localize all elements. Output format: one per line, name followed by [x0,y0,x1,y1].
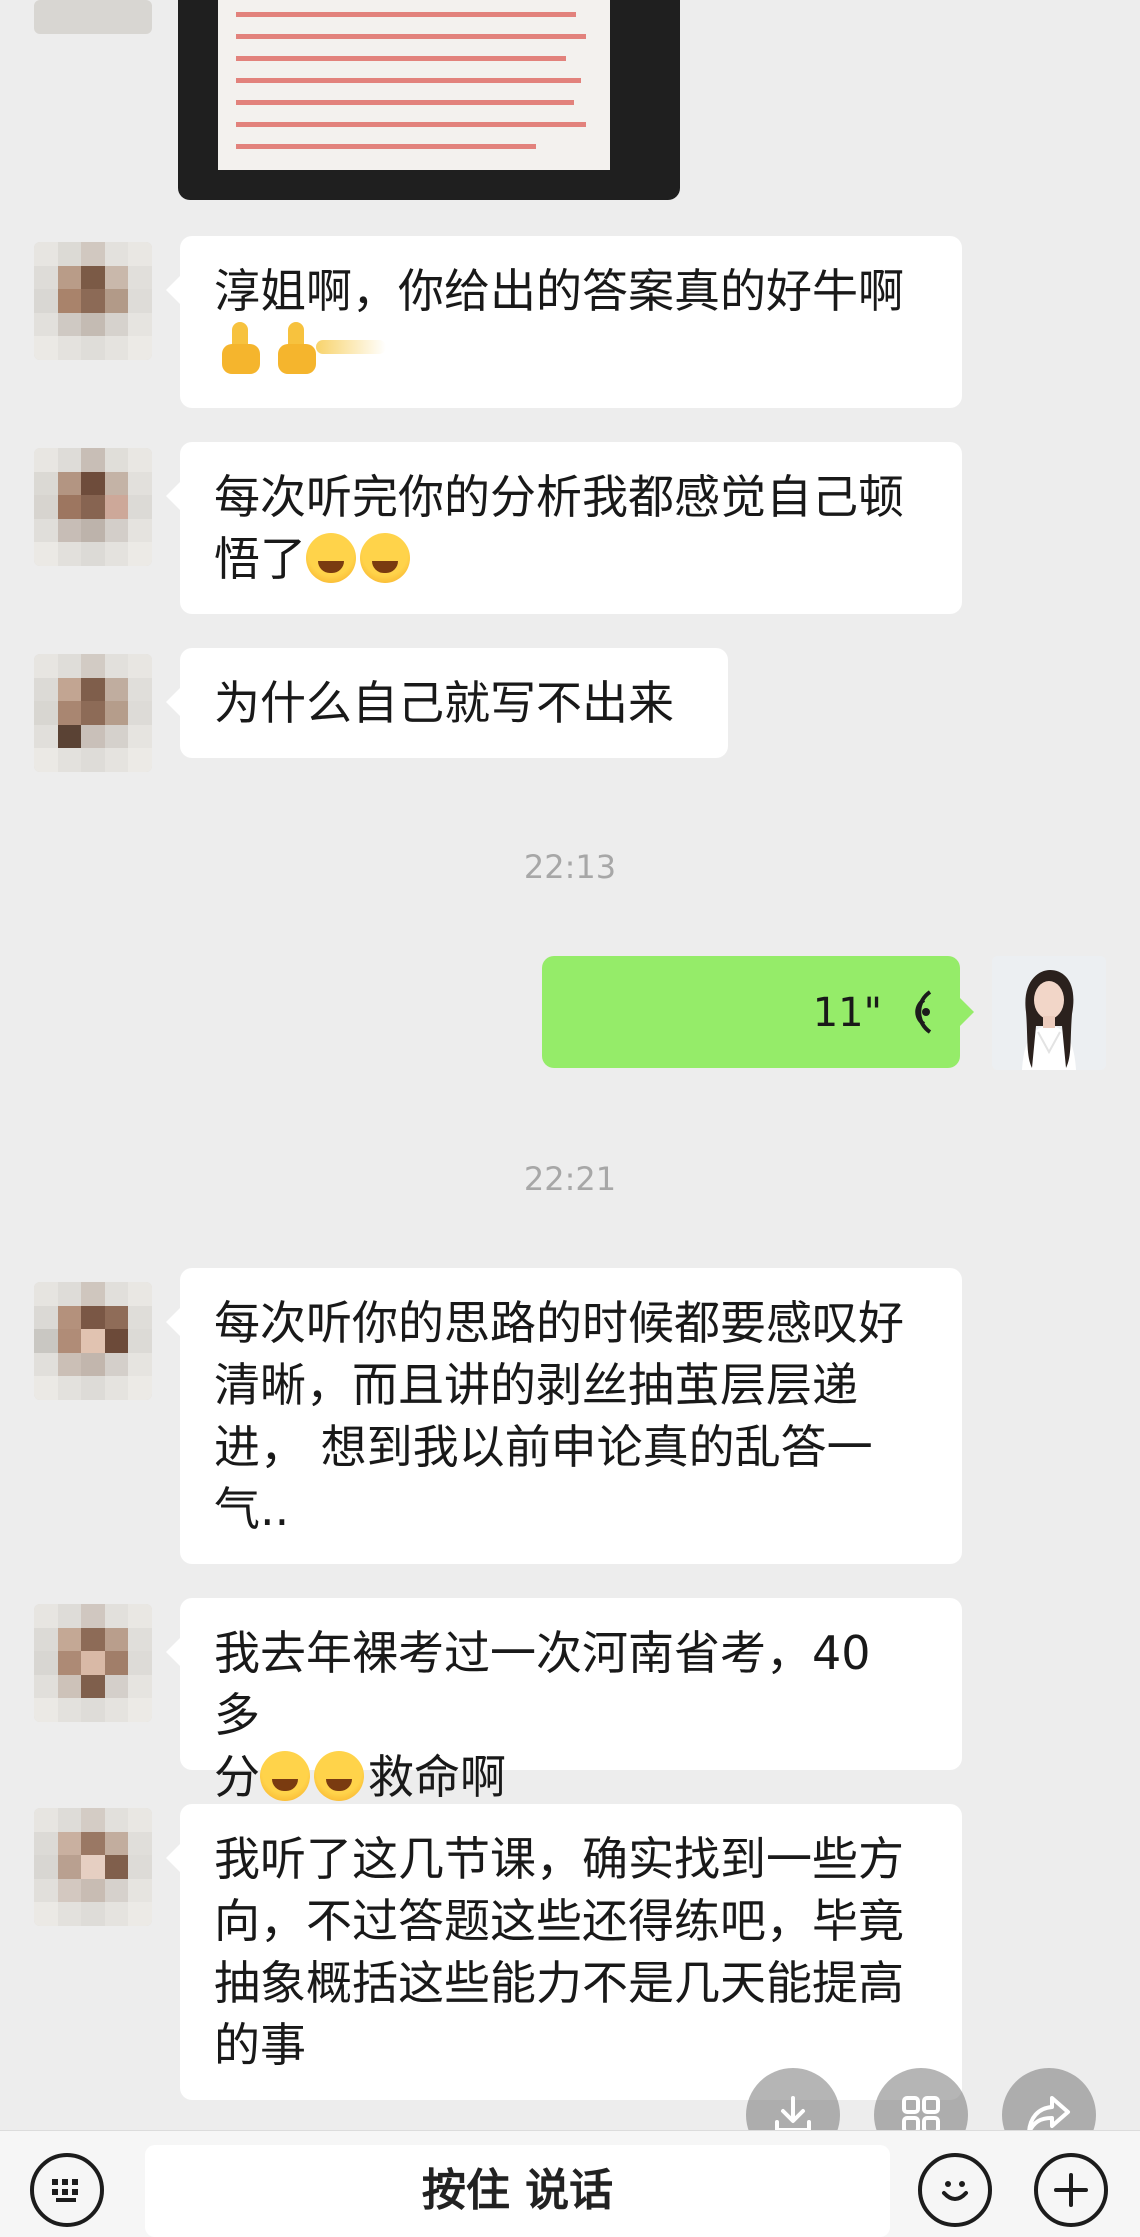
message-bubble[interactable]: 每次听你的思路的时候都要感叹好 清晰，而且讲的剥丝抽茧层层递 进， 想到我以前申… [166,1268,962,1564]
timestamp: 22:13 [523,848,617,886]
voice-message-bubble[interactable]: 11" [542,956,974,1068]
plus-button[interactable] [1034,2153,1108,2227]
avatar[interactable] [34,1282,152,1400]
emoji-button[interactable] [918,2153,992,2227]
avatar[interactable] [34,0,152,34]
hold-to-talk-button[interactable]: 按住 说话 [145,2145,890,2237]
keyboard-icon [52,2179,78,2202]
message-text: 为什么自己就写不出来 [214,676,674,730]
thumbs-up-icon [214,322,264,376]
input-bar: 按住 说话 [0,2130,1140,2237]
laughing-emoji-icon [306,533,356,583]
timestamp: 22:21 [523,1160,617,1198]
voice-wave-icon [915,990,932,1034]
message-text: 每次听你的思路的时候都要感叹好 清晰，而且讲的剥丝抽茧层层递 进， 想到我以前申… [214,1296,904,1536]
thumbs-up-icon [270,322,320,376]
message-text: 救命啊 [368,1750,506,1804]
laughing-emoji-icon [360,533,410,583]
emoji-row [214,322,928,385]
avatar[interactable] [34,654,152,772]
message-bubble[interactable]: 淳姐啊，你给出的答案真的好牛啊 [166,236,962,408]
keyboard-button[interactable] [30,2153,104,2227]
message-text: 淳姐啊，你给出的答案真的好牛啊 [214,264,904,318]
avatar[interactable] [34,242,152,360]
my-avatar[interactable] [992,956,1106,1070]
message-bubble[interactable]: 每次听完你的分析我都感觉自己顿 悟了 [166,442,962,614]
message-bubble[interactable]: 我去年裸考过一次河南省考，40 多 分救命啊 [166,1598,962,1804]
crying-emoji-icon [260,1751,310,1801]
avatar[interactable] [34,1604,152,1722]
message-text: 我听了这几节课，确实找到一些方 向，不过答题这些还得练吧，毕竟 抽象概括这些能力… [214,1832,904,2072]
plus-icon [1054,2173,1088,2207]
avatar[interactable] [34,1808,152,1926]
message-bubble[interactable]: 为什么自己就写不出来 [166,648,728,758]
image-message[interactable] [178,0,680,200]
crying-emoji-icon [314,1751,364,1801]
voice-duration: 11" [812,990,882,1036]
portrait-image [992,956,1106,1070]
message-bubble[interactable]: 我听了这几节课，确实找到一些方 向，不过答题这些还得练吧，毕竟 抽象概括这些能力… [166,1804,962,2100]
avatar[interactable] [34,448,152,566]
emoji-icon [942,2181,968,2201]
